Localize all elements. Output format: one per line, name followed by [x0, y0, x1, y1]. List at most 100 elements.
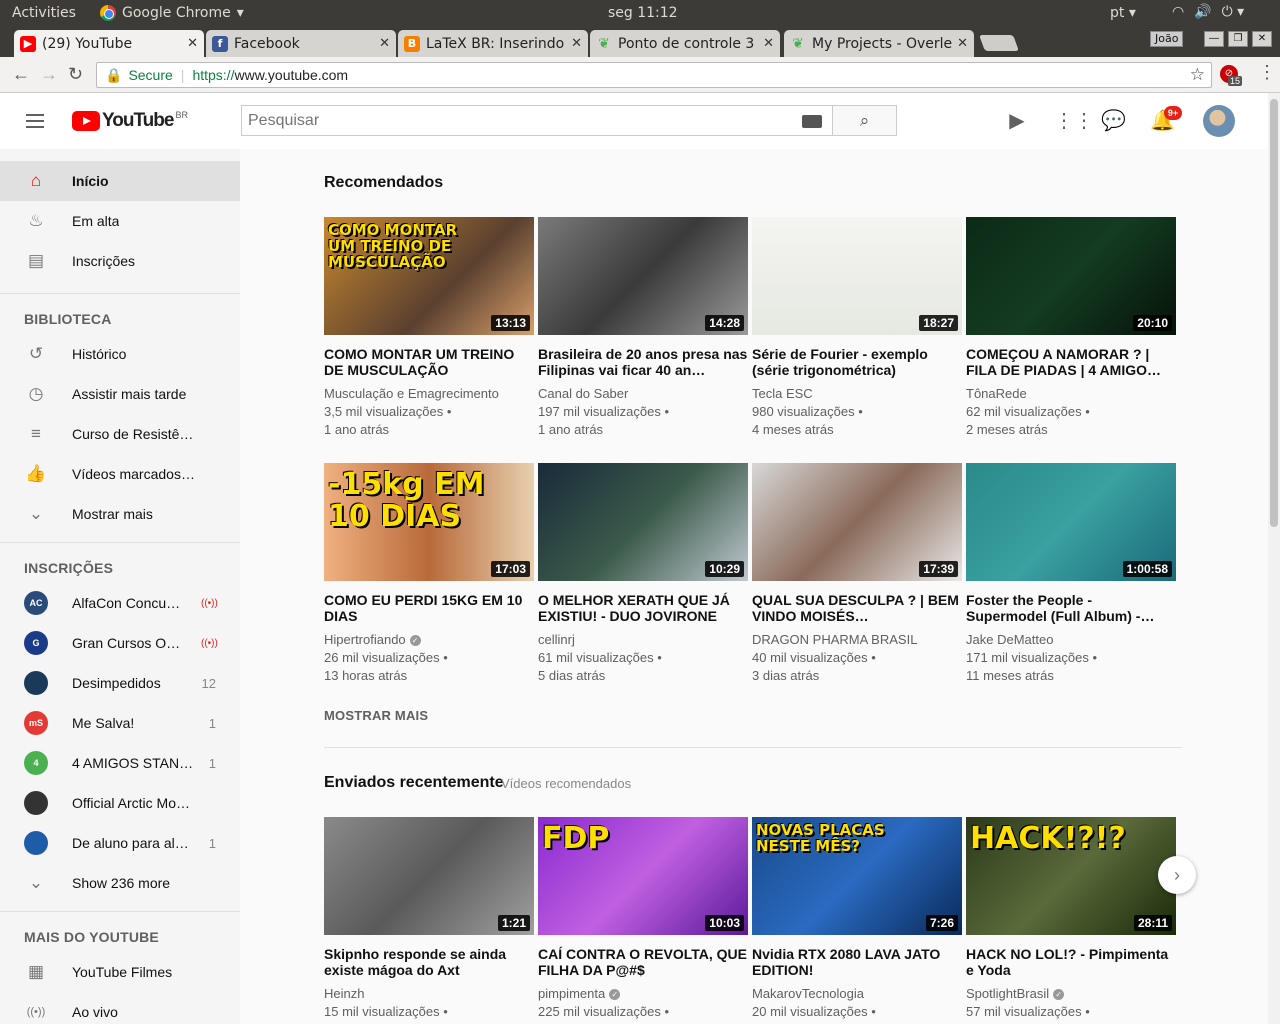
video-title[interactable]: COMO EU PERDI 15KG EM 10 DIAS: [324, 592, 534, 624]
sidebar-sub-de-aluno[interactable]: De aluno para al… 1: [0, 823, 240, 863]
channel-name[interactable]: Hipertrofiando: [324, 632, 406, 647]
video-thumbnail[interactable]: 1:00:58: [966, 463, 1176, 581]
sidebar-sub-gran-cursos[interactable]: G Gran Cursos O… ((•)): [0, 623, 240, 663]
sidebar-item-liked-videos[interactable]: 👍 Vídeos marcados…: [0, 454, 240, 494]
video-thumbnail[interactable]: 10:29: [538, 463, 748, 581]
video-title[interactable]: QUAL SUA DESCULPA ? | BEM VINDO MOISÉS…: [752, 592, 962, 624]
youtube-logo[interactable]: YouTube BR: [72, 110, 188, 132]
sidebar-sub-me-salva[interactable]: mS Me Salva! 1: [0, 703, 240, 743]
system-tray[interactable]: ◠ 🔊 ⏻ ▾: [1172, 4, 1244, 20]
channel-name[interactable]: SpotlightBrasil: [966, 986, 1049, 1001]
page-scrollbar[interactable]: [1268, 93, 1280, 1024]
video-thumbnail[interactable]: NOVAS PLACAS NESTE MÊS? 7:26: [752, 817, 962, 935]
reload-icon[interactable]: ↻: [68, 64, 83, 85]
forward-arrow-icon[interactable]: →: [40, 64, 58, 85]
sidebar-sub-alfacon[interactable]: AC AlfaCon Concu… ((•)): [0, 583, 240, 623]
sidebar-item-inscricoes[interactable]: ▤ Inscrições: [0, 241, 240, 281]
close-icon[interactable]: ✕: [187, 36, 198, 51]
minimize-button[interactable]: —: [1204, 31, 1224, 47]
scrollbar-thumb[interactable]: [1270, 99, 1278, 527]
video-card[interactable]: FDP 10:03 CAÍ CONTRA O REVOLTA, QUE FILHA …: [538, 817, 748, 1021]
tab-facebook[interactable]: f Facebook ✕: [206, 30, 396, 57]
video-thumbnail[interactable]: 17:39: [752, 463, 962, 581]
channel-name[interactable]: cellinrj: [538, 632, 575, 647]
keyboard-icon[interactable]: [802, 115, 822, 128]
back-arrow-icon[interactable]: ←: [12, 64, 30, 85]
clock[interactable]: seg 11:12: [608, 5, 678, 21]
close-icon[interactable]: ✕: [379, 36, 390, 51]
close-icon[interactable]: ✕: [763, 36, 774, 51]
video-card[interactable]: 18:27 Série de Fourier - exemplo (série t…: [752, 217, 962, 439]
new-tab-button[interactable]: [979, 35, 1019, 51]
video-thumbnail[interactable]: 1:21: [324, 817, 534, 935]
video-card[interactable]: 20:10 COMEÇOU A NAMORAR ? | FILA DE PIADA…: [966, 217, 1176, 439]
sidebar-sub-desimpedidos[interactable]: Desimpedidos 12: [0, 663, 240, 703]
channel-name[interactable]: pimpimenta: [538, 986, 605, 1001]
tab-latex-br[interactable]: B LaTeX BR: Inserindo ✕: [398, 30, 588, 57]
close-icon[interactable]: ✕: [571, 36, 582, 51]
channel-name[interactable]: MakarovTecnologia: [752, 986, 864, 1001]
channel-name[interactable]: Tecla ESC: [752, 386, 813, 401]
bookmark-star-icon[interactable]: ☆: [1190, 65, 1205, 85]
video-title[interactable]: CAÍ CONTRA O REVOLTA, QUE FILHA DA P@#$: [538, 946, 748, 978]
close-icon[interactable]: ✕: [957, 36, 968, 51]
chrome-menu-icon[interactable]: ⋮: [1258, 62, 1276, 83]
app-menu[interactable]: Google Chrome ▾: [100, 5, 244, 21]
tab-youtube[interactable]: ▶ (29) YouTube ✕: [14, 30, 204, 57]
sidebar-item-show-more[interactable]: ⌄ Mostrar mais: [0, 494, 240, 534]
close-window-button[interactable]: ✕: [1252, 31, 1272, 47]
video-title[interactable]: Nvidia RTX 2080 LAVA JATO EDITION!: [752, 946, 962, 978]
video-title[interactable]: COMEÇOU A NAMORAR ? | FILA DE PIADAS | 4…: [966, 346, 1176, 378]
channel-name[interactable]: TônaRede: [966, 386, 1027, 401]
tab-my-projects[interactable]: ❦ My Projects - Overle ✕: [784, 30, 974, 57]
upload-video-icon[interactable]: ▶: [1006, 110, 1028, 132]
video-title[interactable]: HACK NO LOL!? - Pimpimenta e Yoda: [966, 946, 1176, 978]
tab-ponto-de-controle[interactable]: ❦ Ponto de controle 3 ✕: [590, 30, 780, 57]
activities-button[interactable]: Activities: [12, 5, 76, 21]
maximize-button[interactable]: ❐: [1228, 31, 1248, 47]
video-title[interactable]: Foster the People - Supermodel (Full Alb…: [966, 592, 1176, 624]
sidebar-sub-arctic-monkeys[interactable]: Official Arctic Mo…: [0, 783, 240, 823]
video-card[interactable]: COMO MONTAR UM TREINO DE MUSCULAÇÃO 13:13…: [324, 217, 534, 439]
video-card[interactable]: -15kg EM 10 DIAS 17:03 COMO EU PERDI 15KG …: [324, 463, 534, 685]
section-title-recomendados[interactable]: Recomendados: [324, 174, 443, 192]
sidebar-item-historico[interactable]: ↺ Histórico: [0, 334, 240, 374]
video-card[interactable]: NOVAS PLACAS NESTE MÊS? 7:26 Nvidia RTX 20…: [752, 817, 962, 1021]
video-card[interactable]: HACK!?!? 28:11 HACK NO LOL!? - Pimpimenta …: [966, 817, 1176, 1021]
sidebar-item-ao-vivo[interactable]: ((•)) Ao vivo: [0, 992, 240, 1024]
sidebar-show-more-subs[interactable]: ⌄ Show 236 more: [0, 863, 240, 903]
channel-name[interactable]: Musculação e Emagrecimento: [324, 386, 499, 401]
video-title[interactable]: Brasileira de 20 anos presa nas Filipina…: [538, 346, 748, 378]
next-arrow-button[interactable]: ›: [1158, 856, 1196, 894]
channel-name[interactable]: Heinzh: [324, 986, 364, 1001]
video-thumbnail[interactable]: 20:10: [966, 217, 1176, 335]
channel-name[interactable]: DRAGON PHARMA BRASIL: [752, 632, 917, 647]
language-indicator[interactable]: pt ▾: [1110, 5, 1136, 21]
messages-icon[interactable]: 💬: [1101, 110, 1126, 132]
section-title-enviados[interactable]: Enviados recentemente: [324, 774, 504, 792]
account-avatar[interactable]: [1203, 105, 1235, 137]
video-thumbnail[interactable]: HACK!?!? 28:11: [966, 817, 1176, 935]
video-title[interactable]: Skipnho responde se ainda existe mágoa d…: [324, 946, 534, 978]
video-card[interactable]: 14:28 Brasileira de 20 anos presa nas Fil…: [538, 217, 748, 439]
video-card[interactable]: 1:00:58 Foster the People - Supermodel (F…: [966, 463, 1176, 685]
sidebar-item-watch-later[interactable]: ◷ Assistir mais tarde: [0, 374, 240, 414]
channel-name[interactable]: Jake DeMatteo: [966, 632, 1053, 647]
sidebar-item-inicio[interactable]: ⌂ Início: [0, 161, 240, 201]
sidebar-item-playlist[interactable]: ≡ Curso de Resistê…: [0, 414, 240, 454]
profile-chip[interactable]: João: [1150, 31, 1184, 47]
video-thumbnail[interactable]: 18:27: [752, 217, 962, 335]
video-title[interactable]: O MELHOR XERATH QUE JÁ EXISTIU! - DUO JO…: [538, 592, 748, 624]
video-card[interactable]: 10:29 O MELHOR XERATH QUE JÁ EXISTIU! - D…: [538, 463, 748, 685]
search-button[interactable]: ⌕: [833, 105, 897, 136]
video-card[interactable]: 17:39 QUAL SUA DESCULPA ? | BEM VINDO MOI…: [752, 463, 962, 685]
sidebar-sub-4-amigos[interactable]: 4 4 AMIGOS STAN… 1: [0, 743, 240, 783]
channel-name[interactable]: Canal do Saber: [538, 386, 628, 401]
apps-grid-icon[interactable]: ⋮⋮: [1054, 110, 1094, 132]
video-thumbnail[interactable]: 14:28: [538, 217, 748, 335]
video-title[interactable]: COMO MONTAR UM TREINO DE MUSCULAÇÃO: [324, 346, 534, 378]
video-title[interactable]: Série de Fourier - exemplo (série trigon…: [752, 346, 962, 378]
sidebar-item-em-alta[interactable]: ♨ Em alta: [0, 201, 240, 241]
video-thumbnail[interactable]: FDP 10:03: [538, 817, 748, 935]
search-input[interactable]: Pesquisar: [241, 105, 833, 136]
